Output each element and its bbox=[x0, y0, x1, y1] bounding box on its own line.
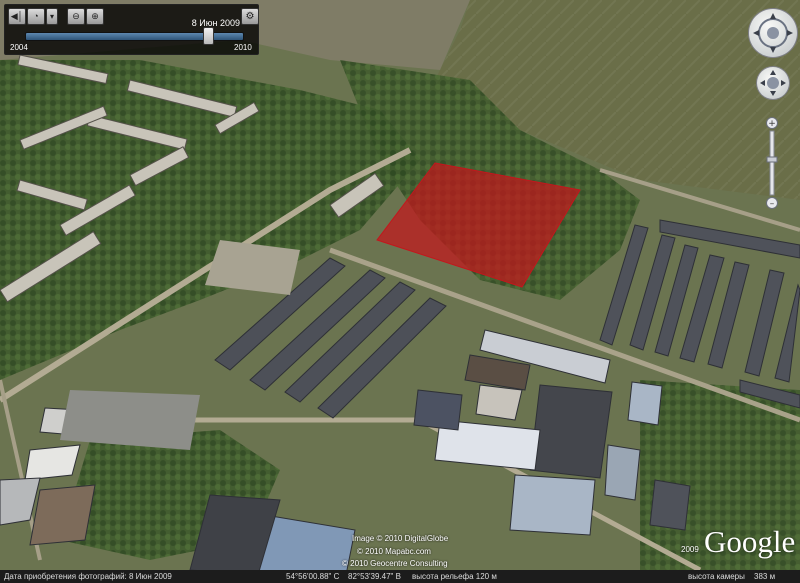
slider-thumb[interactable] bbox=[203, 27, 215, 45]
move-control[interactable] bbox=[756, 66, 790, 100]
logo-year: 2009 bbox=[681, 545, 699, 554]
latitude-readout: 54°56'00.88" С bbox=[286, 572, 340, 581]
zoom-track[interactable] bbox=[769, 130, 775, 196]
satellite-map[interactable] bbox=[0, 0, 800, 583]
svg-text:+: + bbox=[768, 119, 776, 129]
status-bar: Дата приобретения фотографий: 8 Июн 2009… bbox=[0, 570, 800, 583]
imagery-copyright: Image © 2010 DigitalGlobe bbox=[352, 534, 449, 543]
menu-button[interactable]: ▾ bbox=[46, 8, 58, 25]
photo-date: Дата приобретения фотографий: 8 Июн 2009 bbox=[4, 572, 172, 581]
elevation-readout: высота рельефа 120 м bbox=[412, 572, 497, 581]
clock-button[interactable]: ◔ bbox=[27, 8, 45, 25]
mapabc-copyright: © 2010 Mapabc.com bbox=[357, 547, 431, 556]
zoom-in-icon: ⊕ bbox=[91, 11, 99, 21]
zoom-thumb[interactable] bbox=[766, 156, 778, 163]
zoom-out-time-button[interactable]: ⊖ bbox=[67, 8, 85, 25]
move-joystick-icon bbox=[760, 70, 786, 96]
svg-text:–: – bbox=[770, 199, 775, 209]
google-logo: Google bbox=[704, 524, 796, 559]
slider-date-label: 8 Июн 2009 bbox=[191, 18, 240, 28]
slider-end-year: 2010 bbox=[234, 43, 252, 52]
compass-icon bbox=[753, 13, 793, 53]
zoom-in-time-button[interactable]: ⊕ bbox=[86, 8, 104, 25]
longitude-readout: 82°53'39.47" В bbox=[348, 572, 401, 581]
historical-imagery-slider: ◀│ ◔ ▾ ⊖ ⊕ ⚙ 8 Июн 2009 2004 2010 bbox=[4, 4, 259, 55]
slider-start-year: 2004 bbox=[10, 43, 28, 52]
chevron-down-icon: ▾ bbox=[49, 12, 54, 21]
play-button[interactable]: ◀│ bbox=[8, 8, 26, 25]
zoom-control: + – bbox=[765, 117, 779, 210]
eye-altitude-value: 383 м bbox=[754, 572, 776, 581]
play-icon: ◀│ bbox=[10, 11, 24, 21]
clock-icon: ◔ bbox=[33, 11, 39, 21]
zoom-out-icon: ⊖ bbox=[72, 11, 80, 21]
look-control[interactable] bbox=[748, 8, 798, 58]
eye-altitude-label: высота камеры bbox=[688, 572, 745, 581]
wrench-icon: ⚙ bbox=[245, 11, 255, 22]
geocentre-copyright: © 2010 Geocentre Consulting bbox=[342, 559, 448, 568]
settings-button[interactable]: ⚙ bbox=[241, 8, 259, 25]
